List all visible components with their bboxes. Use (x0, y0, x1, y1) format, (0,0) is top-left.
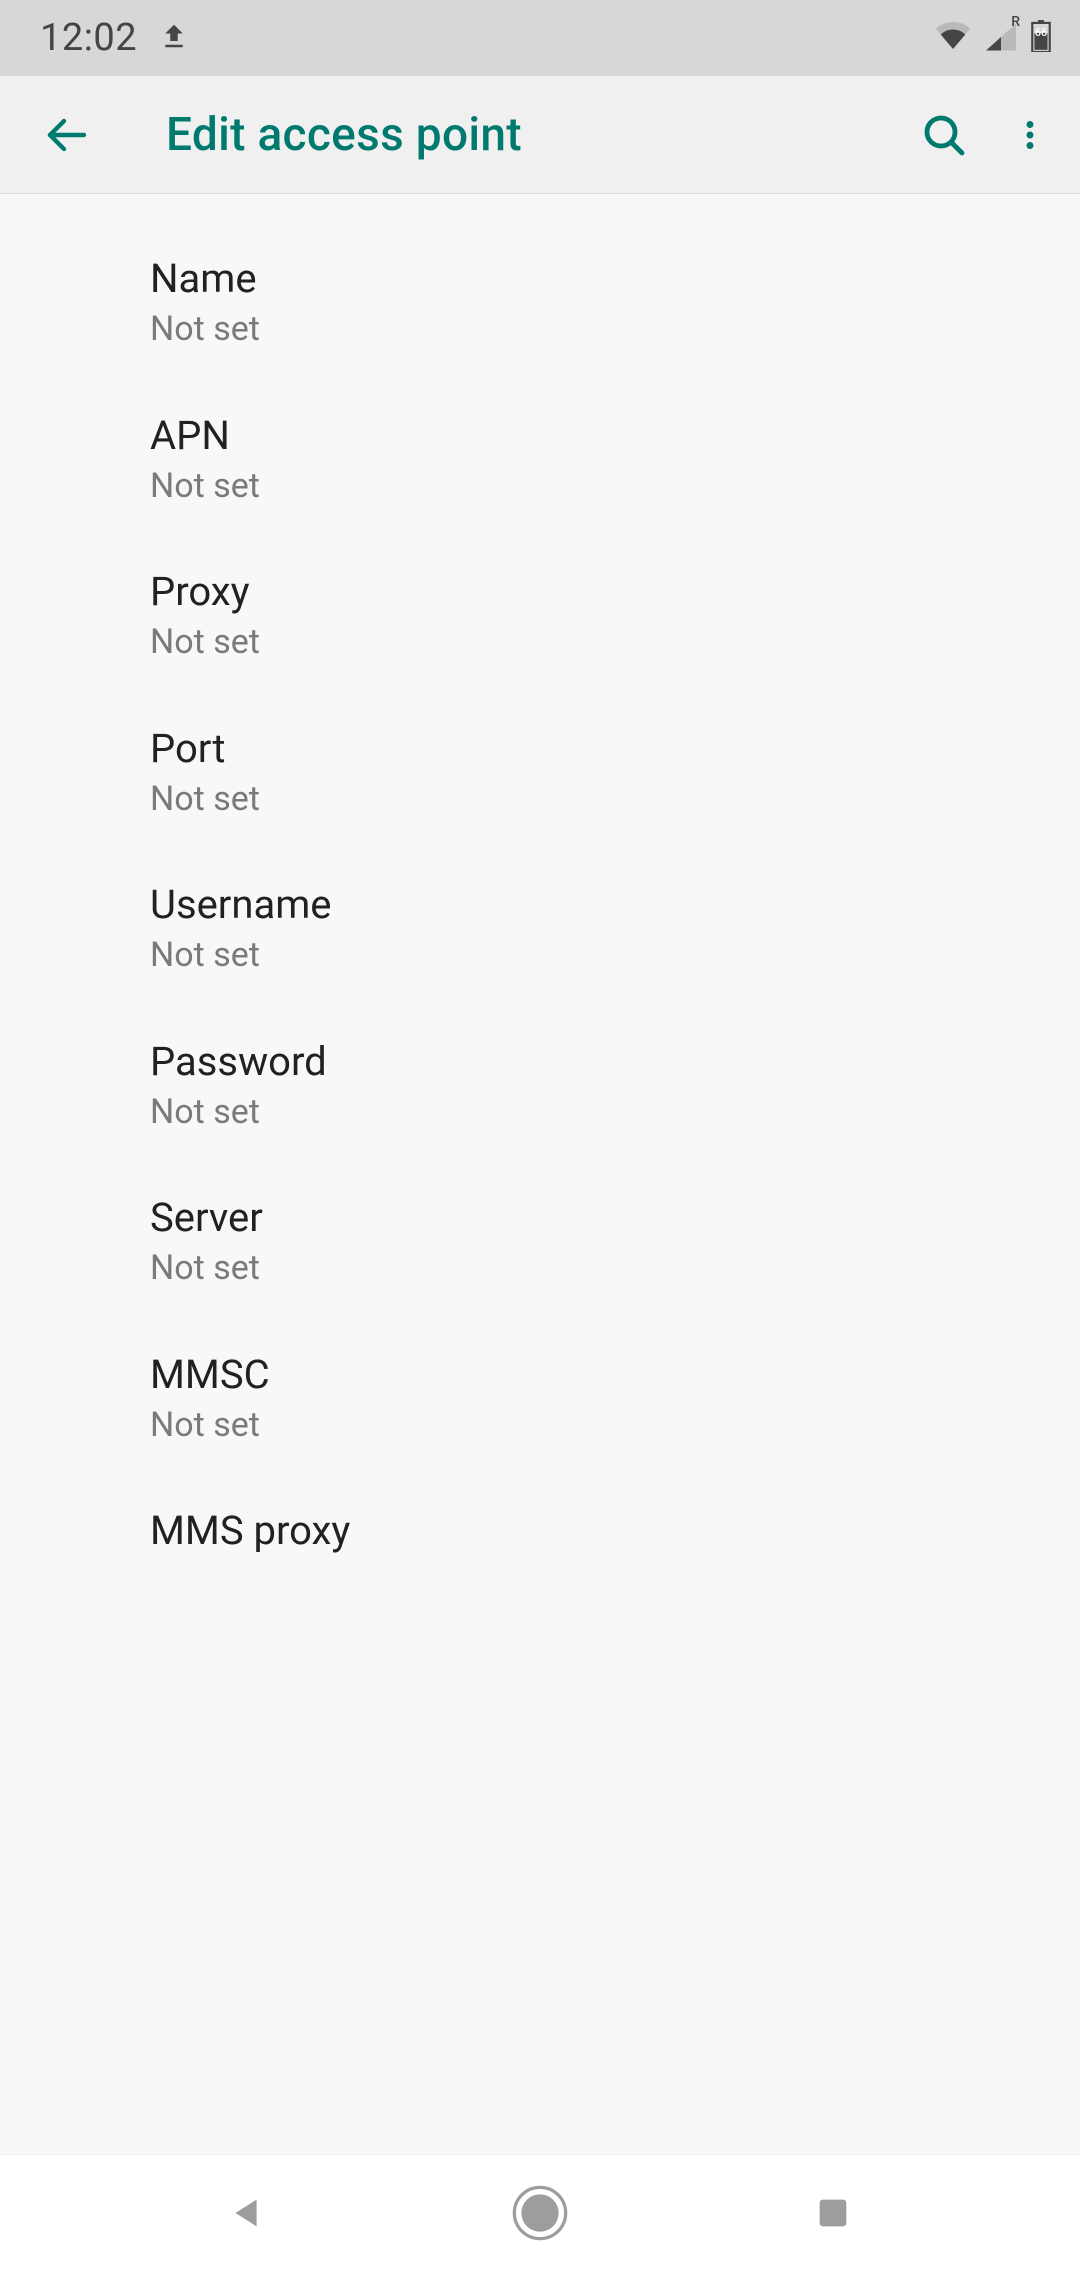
setting-value: Not set (150, 308, 1080, 351)
status-bar: 12:02 R 66 (0, 0, 1080, 76)
setting-title: Name (150, 254, 1080, 304)
nav-back-button[interactable] (187, 2173, 307, 2253)
back-button[interactable] (34, 103, 98, 167)
setting-title: MMSC (150, 1350, 1080, 1400)
setting-title: Server (150, 1193, 1080, 1243)
nav-home-button[interactable] (480, 2173, 600, 2253)
setting-title: Password (150, 1037, 1080, 1087)
setting-title: Proxy (150, 567, 1080, 617)
settings-list[interactable]: Name Not set APN Not set Proxy Not set P… (0, 194, 1080, 2154)
cellular-signal-icon: R (984, 22, 1018, 56)
setting-title: MMS proxy (150, 1506, 1080, 1556)
roaming-indicator: R (1011, 14, 1020, 30)
wifi-icon (934, 22, 972, 56)
nav-recent-button[interactable] (773, 2173, 893, 2253)
setting-row-name[interactable]: Name Not set (0, 224, 1080, 381)
setting-row-server[interactable]: Server Not set (0, 1163, 1080, 1320)
setting-value: Not set (150, 934, 1080, 977)
page-title: Edit access point (166, 108, 890, 162)
status-right: R 66 (934, 20, 1052, 56)
setting-value: Not set (150, 621, 1080, 664)
search-button[interactable] (912, 103, 976, 167)
setting-value: Not set (150, 1247, 1080, 1290)
status-time: 12:02 (40, 16, 137, 60)
app-bar: Edit access point (0, 76, 1080, 194)
status-left: 12:02 (40, 16, 189, 60)
setting-title: Port (150, 724, 1080, 774)
setting-value: Not set (150, 778, 1080, 821)
setting-title: APN (150, 411, 1080, 461)
setting-row-proxy[interactable]: Proxy Not set (0, 537, 1080, 694)
upload-icon (159, 21, 189, 55)
more-options-button[interactable] (998, 103, 1062, 167)
setting-row-port[interactable]: Port Not set (0, 694, 1080, 851)
setting-row-username[interactable]: Username Not set (0, 850, 1080, 1007)
setting-row-mmsc[interactable]: MMSC Not set (0, 1320, 1080, 1477)
battery-icon: 66 (1030, 20, 1052, 56)
setting-row-mms-proxy[interactable]: MMS proxy (0, 1476, 1080, 1556)
setting-value: Not set (150, 1091, 1080, 1134)
setting-row-password[interactable]: Password Not set (0, 1007, 1080, 1164)
setting-value: Not set (150, 465, 1080, 508)
setting-row-apn[interactable]: APN Not set (0, 381, 1080, 538)
setting-value: Not set (150, 1404, 1080, 1447)
battery-level-text: 66 (1030, 26, 1052, 39)
setting-title: Username (150, 880, 1080, 930)
navigation-bar (0, 2154, 1080, 2270)
